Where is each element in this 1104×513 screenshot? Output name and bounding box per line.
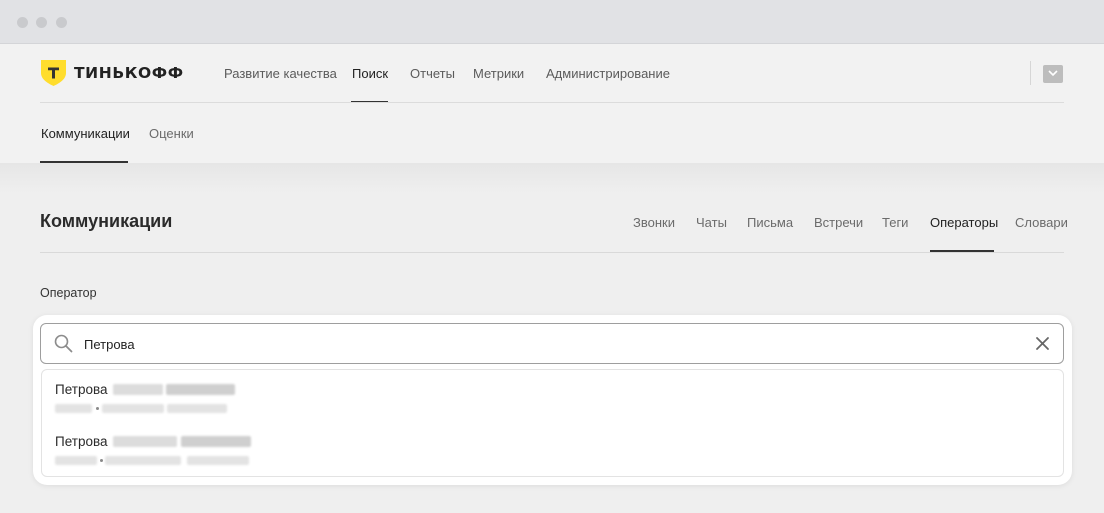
window-titlebar bbox=[0, 0, 1104, 44]
window-close-dot[interactable] bbox=[17, 17, 28, 28]
search-icon bbox=[54, 334, 73, 353]
window-minimize-dot[interactable] bbox=[36, 17, 47, 28]
header-separator bbox=[1030, 61, 1031, 85]
topnav-search[interactable]: Поиск bbox=[352, 66, 388, 81]
tab-calls[interactable]: Звонки bbox=[633, 215, 675, 230]
redacted-text bbox=[55, 404, 92, 413]
subnav-evaluations[interactable]: Оценки bbox=[149, 126, 194, 141]
topnav-development[interactable]: Развитие качества bbox=[224, 66, 337, 81]
subnav-communications[interactable]: Коммуникации bbox=[41, 126, 130, 141]
topnav-metrics[interactable]: Метрики bbox=[473, 66, 524, 81]
account-menu-button[interactable] bbox=[1043, 65, 1063, 83]
redacted-text bbox=[102, 404, 164, 413]
redacted-text bbox=[167, 404, 227, 413]
close-icon[interactable] bbox=[1034, 335, 1051, 352]
separator-dot bbox=[100, 459, 103, 462]
redacted-text bbox=[187, 456, 249, 465]
header-divider bbox=[40, 102, 1064, 103]
topnav-reports[interactable]: Отчеты bbox=[410, 66, 455, 81]
redacted-text bbox=[105, 456, 181, 465]
tab-meetings[interactable]: Встречи bbox=[814, 215, 863, 230]
result-name: Петрова bbox=[55, 434, 108, 449]
page-title: Коммуникации bbox=[40, 211, 173, 231]
brand-shield-icon bbox=[41, 60, 66, 86]
list-item[interactable]: Петрова bbox=[42, 370, 1063, 422]
redacted-text bbox=[113, 384, 163, 395]
section-divider bbox=[40, 252, 1064, 253]
header-shadow bbox=[0, 163, 1104, 193]
result-name: Петрова bbox=[55, 382, 108, 397]
tab-letters[interactable]: Письма bbox=[747, 215, 793, 230]
brand-logo[interactable]: ТИНЬКОФФ bbox=[41, 60, 184, 86]
redacted-text bbox=[113, 436, 177, 447]
redacted-text bbox=[181, 436, 251, 447]
separator-dot bbox=[96, 407, 99, 410]
operator-field-label: Оператор bbox=[40, 286, 97, 300]
tab-tags[interactable]: Теги bbox=[882, 215, 908, 230]
window-zoom-dot[interactable] bbox=[56, 17, 67, 28]
tab-operators[interactable]: Операторы bbox=[930, 215, 998, 230]
redacted-text bbox=[166, 384, 235, 395]
brand-name: ТИНЬКОФФ bbox=[74, 64, 184, 82]
topnav-admin[interactable]: Администрирование bbox=[546, 66, 670, 81]
operator-results-list: Петрова Петрова bbox=[41, 369, 1064, 477]
redacted-text bbox=[55, 456, 97, 465]
list-item[interactable]: Петрова bbox=[42, 422, 1063, 476]
tab-chats[interactable]: Чаты bbox=[696, 215, 727, 230]
chevron-down-icon bbox=[1048, 70, 1058, 77]
tab-dictionaries[interactable]: Словари bbox=[1015, 215, 1068, 230]
operator-search-input[interactable]: Петрова bbox=[40, 323, 1064, 364]
search-input-value[interactable]: Петрова bbox=[84, 337, 135, 352]
